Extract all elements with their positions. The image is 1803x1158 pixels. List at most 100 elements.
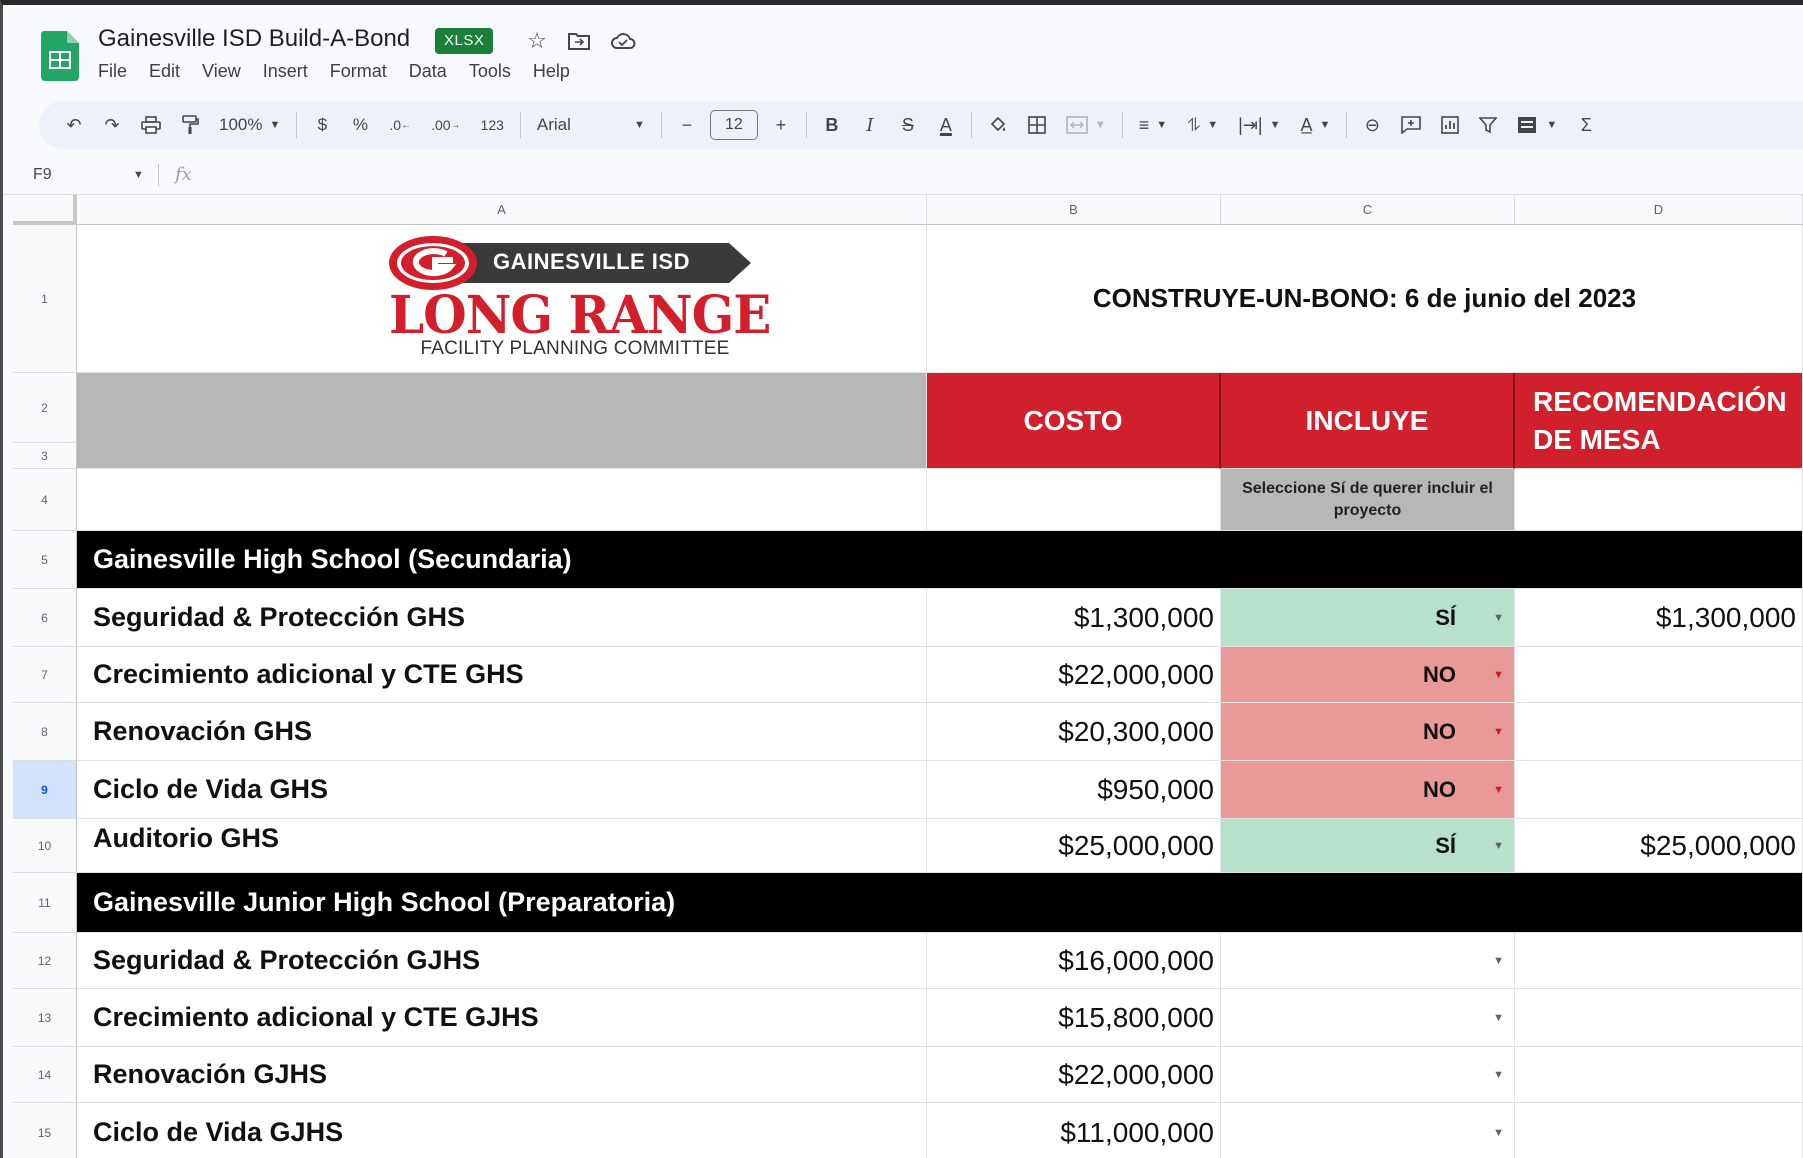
row-header-1[interactable]: 1 xyxy=(13,225,77,373)
event-title[interactable]: CONSTRUYE-UN-BONO: 6 de junio del 2023 xyxy=(927,225,1803,373)
row-header-10[interactable]: 10 xyxy=(13,819,77,873)
item-name[interactable]: Ciclo de Vida GHS xyxy=(77,761,927,819)
dropdown-arrow-icon[interactable]: ▼ xyxy=(1493,612,1504,624)
row-header-3[interactable]: 3 xyxy=(13,443,77,469)
header-incluye[interactable]: INCLUYE xyxy=(1221,373,1515,469)
item-name[interactable]: Crecimiento adicional y CTE GHS xyxy=(77,647,927,703)
strikethrough-icon[interactable]: S xyxy=(893,108,923,142)
folder-move-icon[interactable] xyxy=(565,27,593,55)
item-name[interactable]: Seguridad & Protección GJHS xyxy=(77,933,927,989)
row-header-15[interactable]: 15 xyxy=(13,1103,77,1158)
zoom-select[interactable]: 100% ▼ xyxy=(213,108,286,142)
row-header-9[interactable]: 9 xyxy=(13,761,77,819)
column-header-d[interactable]: D xyxy=(1515,195,1803,225)
item-name[interactable]: Renovación GHS xyxy=(77,703,927,761)
row-header-13[interactable]: 13 xyxy=(13,989,77,1047)
link-icon[interactable]: ⊖ xyxy=(1357,108,1387,142)
row-header-2[interactable]: 2 xyxy=(13,373,77,443)
cell-b4[interactable] xyxy=(927,469,1221,531)
item-cost[interactable]: $11,000,000 xyxy=(927,1103,1221,1158)
item-recommendation[interactable]: $25,000,000 xyxy=(1515,819,1803,873)
row-header-14[interactable]: 14 xyxy=(13,1047,77,1103)
menu-view[interactable]: View xyxy=(202,61,241,82)
rotate-icon[interactable]: A̲ ▼ xyxy=(1295,108,1337,142)
dropdown-arrow-icon[interactable]: ▼ xyxy=(1493,726,1504,738)
menu-tools[interactable]: Tools xyxy=(469,61,511,82)
include-dropdown[interactable]: NO ▼ xyxy=(1221,703,1515,761)
include-instruction-note[interactable]: Seleccione Sí de querer incluir el proye… xyxy=(1221,469,1515,531)
item-name[interactable]: Renovación GJHS xyxy=(77,1047,927,1103)
item-name[interactable]: Auditorio GHS xyxy=(77,819,927,873)
column-header-b[interactable]: B xyxy=(927,195,1221,225)
item-cost[interactable]: $25,000,000 xyxy=(927,819,1221,873)
item-cost[interactable]: $22,000,000 xyxy=(927,647,1221,703)
menu-data[interactable]: Data xyxy=(409,61,447,82)
dropdown-arrow-icon[interactable]: ▼ xyxy=(1493,669,1504,681)
include-dropdown[interactable]: NO ▼ xyxy=(1221,761,1515,819)
item-recommendation[interactable]: $1,300,000 xyxy=(1515,589,1803,647)
row-header-7[interactable]: 7 xyxy=(13,647,77,703)
include-dropdown[interactable]: ▼ xyxy=(1221,933,1515,989)
bold-button[interactable]: B xyxy=(817,108,847,142)
percent-format-button[interactable]: % xyxy=(345,108,375,142)
filter-views-icon[interactable]: ▼ xyxy=(1511,108,1563,142)
include-dropdown[interactable]: NO ▼ xyxy=(1221,647,1515,703)
item-recommendation[interactable] xyxy=(1515,703,1803,761)
increase-decimal-button[interactable]: .00 → xyxy=(425,108,466,142)
menu-insert[interactable]: Insert xyxy=(263,61,308,82)
include-dropdown[interactable]: ▼ xyxy=(1221,1103,1515,1158)
include-dropdown[interactable]: SÍ ▼ xyxy=(1221,819,1515,873)
item-cost[interactable]: $22,000,000 xyxy=(927,1047,1221,1103)
row-header-12[interactable]: 12 xyxy=(13,933,77,989)
dropdown-arrow-icon[interactable]: ▼ xyxy=(1493,784,1504,796)
italic-button[interactable]: I xyxy=(855,108,885,142)
dropdown-arrow-icon[interactable]: ▼ xyxy=(1493,1069,1504,1081)
item-recommendation[interactable] xyxy=(1515,933,1803,989)
merge-cells-icon[interactable]: ▼ xyxy=(1060,108,1112,142)
redo-icon[interactable]: ↷ xyxy=(97,108,127,142)
header-recomendacion[interactable]: RECOMENDACIÓN DE MESA xyxy=(1515,373,1803,469)
select-all-corner[interactable] xyxy=(13,195,77,225)
wrap-icon[interactable]: |⇥| ▼ xyxy=(1232,108,1286,142)
item-name[interactable]: Crecimiento adicional y CTE GJHS xyxy=(77,989,927,1047)
column-header-a[interactable]: A xyxy=(77,195,927,225)
row-header-6[interactable]: 6 xyxy=(13,589,77,647)
cloud-status-icon[interactable] xyxy=(609,27,637,55)
include-dropdown[interactable]: SÍ ▼ xyxy=(1221,589,1515,647)
item-cost[interactable]: $15,800,000 xyxy=(927,989,1221,1047)
chevron-down-icon[interactable]: ▼ xyxy=(133,169,144,181)
dropdown-arrow-icon[interactable]: ▼ xyxy=(1493,1012,1504,1024)
font-select[interactable]: Arial ▼ xyxy=(531,108,651,142)
section-header-ghs[interactable]: Gainesville High School (Secundaria) xyxy=(77,531,1803,589)
cell-a2-header-blank[interactable] xyxy=(77,373,927,469)
header-costo[interactable]: COSTO xyxy=(927,373,1221,469)
font-size-input[interactable]: 12 xyxy=(709,110,758,140)
comment-icon[interactable] xyxy=(1395,108,1427,142)
paint-format-icon[interactable] xyxy=(175,108,205,142)
chart-icon[interactable] xyxy=(1435,108,1465,142)
cell-d4[interactable] xyxy=(1515,469,1803,531)
dropdown-arrow-icon[interactable]: ▼ xyxy=(1493,1127,1504,1139)
text-color-button[interactable]: A xyxy=(931,108,961,142)
menu-help[interactable]: Help xyxy=(533,61,570,82)
name-box[interactable]: F9 xyxy=(33,166,52,184)
item-cost[interactable]: $16,000,000 xyxy=(927,933,1221,989)
item-recommendation[interactable] xyxy=(1515,761,1803,819)
item-recommendation[interactable] xyxy=(1515,647,1803,703)
item-recommendation[interactable] xyxy=(1515,1103,1803,1158)
dropdown-arrow-icon[interactable]: ▼ xyxy=(1493,955,1504,967)
decrease-decimal-button[interactable]: .0 ← xyxy=(383,108,417,142)
item-cost[interactable]: $20,300,000 xyxy=(927,703,1221,761)
row-header-8[interactable]: 8 xyxy=(13,703,77,761)
column-header-c[interactable]: C xyxy=(1221,195,1515,225)
document-title[interactable]: Gainesville ISD Build-A-Bond xyxy=(98,25,410,53)
align-icon[interactable]: ≡ ▼ xyxy=(1133,108,1173,142)
menu-edit[interactable]: Edit xyxy=(149,61,180,82)
print-icon[interactable] xyxy=(135,108,167,142)
sheets-logo-icon[interactable] xyxy=(41,31,79,81)
menu-file[interactable]: File xyxy=(98,61,127,82)
item-recommendation[interactable] xyxy=(1515,1047,1803,1103)
menu-format[interactable]: Format xyxy=(330,61,387,82)
dropdown-arrow-icon[interactable]: ▼ xyxy=(1493,840,1504,852)
filter-icon[interactable] xyxy=(1473,108,1503,142)
